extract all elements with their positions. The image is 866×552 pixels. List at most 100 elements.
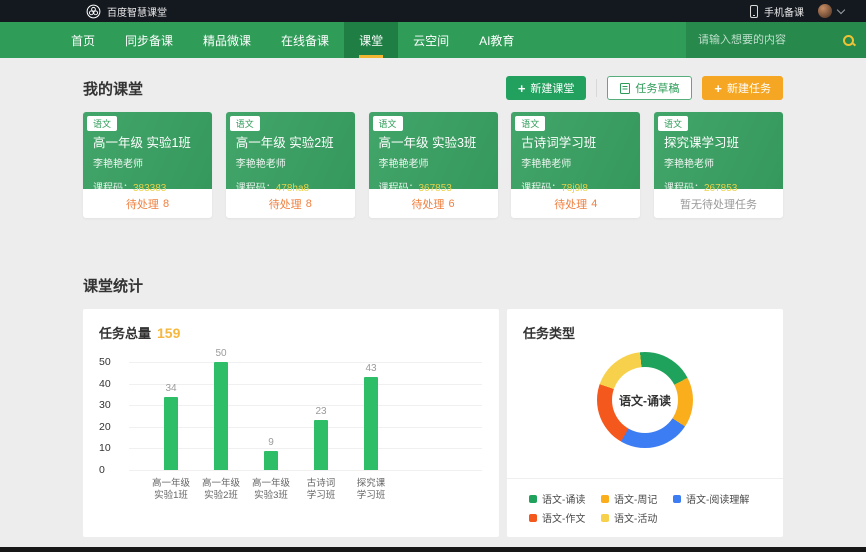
my-classroom-title: 我的课堂 xyxy=(83,78,143,99)
mobile-prep-link[interactable]: 手机备课 xyxy=(764,4,804,19)
bar-value-label: 43 xyxy=(356,363,386,374)
bar xyxy=(164,397,178,470)
y-axis-tick-label: 10 xyxy=(99,442,119,454)
y-axis-tick-label: 50 xyxy=(99,356,119,368)
bar-value-label: 34 xyxy=(156,383,186,394)
legend-swatch-icon xyxy=(601,495,609,503)
avatar[interactable] xyxy=(818,4,832,18)
class-card[interactable]: 语文 古诗词学习班 李艳艳老师 课程码：78j9l8 待处理4 xyxy=(511,112,640,218)
x-axis-category-label: 古诗词 学习班 xyxy=(293,478,349,502)
chevron-down-icon[interactable] xyxy=(837,5,845,13)
nav-item-classroom[interactable]: 课堂 xyxy=(344,22,398,58)
nav-item-micro-lessons[interactable]: 精品微课 xyxy=(188,22,266,58)
grid-line xyxy=(129,448,482,449)
legend-swatch-icon xyxy=(529,495,537,503)
legend-item[interactable]: 语文-阅读理解 xyxy=(673,489,749,508)
x-axis-category-label: 高一年级 实验2班 xyxy=(193,478,249,502)
new-task-button[interactable]: + 新建任务 xyxy=(702,76,783,100)
bar-chart: 0 10 20 30 40 50 34 高一年级 实验1班 50 高一年级 实验2班 9 高一年级 实… xyxy=(99,346,483,516)
course-code: 课程码：383383 xyxy=(93,179,202,194)
main-nav: 首页 同步备课 精品微课 在线备课 课堂 云空间 AI教育 xyxy=(0,22,866,58)
subject-badge: 语文 xyxy=(230,116,260,131)
task-type-panel: 任务类型 语文-诵读 语文-诵读语文-周记语文-阅读理解语文-作文语文-活动 xyxy=(507,309,783,537)
x-axis-category-label: 高一年级 实验1班 xyxy=(143,478,199,502)
legend-item[interactable]: 语文-活动 xyxy=(601,508,673,527)
bar xyxy=(264,451,278,470)
nav-item-sync-prep[interactable]: 同步备课 xyxy=(110,22,188,58)
course-code: 课程码：367853 xyxy=(379,179,488,194)
legend-label: 语文-诵读 xyxy=(542,491,585,506)
class-name: 高一年级 实验1班 xyxy=(93,132,202,151)
x-axis-category-label: 高一年级 实验3班 xyxy=(243,478,299,502)
nav-item-home[interactable]: 首页 xyxy=(56,22,110,58)
topbar: 百度智慧课堂 手机备课 xyxy=(0,0,866,22)
task-total-panel: 任务总量 159 0 10 20 30 40 50 34 高一年级 实验1班 50 高一年级 实验2… xyxy=(83,309,499,537)
brand: 百度智慧课堂 xyxy=(86,4,167,19)
nav-item-cloud[interactable]: 云空间 xyxy=(398,22,464,58)
legend-label: 语文-阅读理解 xyxy=(686,491,749,506)
x-axis-category-label: 探究课 学习班 xyxy=(343,478,399,502)
divider xyxy=(596,79,597,97)
teacher-name: 李艳艳老师 xyxy=(236,155,345,170)
class-name: 探究课学习班 xyxy=(664,132,773,151)
donut-chart: 语文-诵读 xyxy=(597,352,693,448)
legend-swatch-icon xyxy=(601,514,609,522)
class-card[interactable]: 语文 探究课学习班 李艳艳老师 课程码：267853 暂无待处理任务 xyxy=(654,112,783,218)
legend-label: 语文-活动 xyxy=(614,510,657,525)
y-axis-tick-label: 0 xyxy=(99,464,119,476)
teacher-name: 李艳艳老师 xyxy=(521,155,630,170)
phone-icon xyxy=(750,5,758,18)
donut-center-label: 语文-诵读 xyxy=(619,392,671,409)
grid-line xyxy=(129,470,482,471)
legend-label: 语文-作文 xyxy=(542,510,585,525)
class-name: 古诗词学习班 xyxy=(521,132,630,151)
class-card[interactable]: 语文 高一年级 实验1班 李艳艳老师 课程码：383383 待处理8 xyxy=(83,112,212,218)
brand-name: 百度智慧课堂 xyxy=(107,4,167,19)
course-code: 课程码：478ha8 xyxy=(236,179,345,194)
legend-item[interactable]: 语文-作文 xyxy=(529,508,601,527)
donut-hole: 语文-诵读 xyxy=(612,367,678,433)
plus-icon: + xyxy=(714,82,722,95)
y-axis-tick-label: 20 xyxy=(99,421,119,433)
bar-value-label: 50 xyxy=(206,348,236,359)
bar xyxy=(364,377,378,470)
task-total-label: 任务总量 xyxy=(99,326,151,341)
brand-logo-icon xyxy=(86,4,101,19)
plus-icon: + xyxy=(518,82,526,95)
task-total-value: 159 xyxy=(157,325,180,341)
legend-item[interactable]: 语文-周记 xyxy=(601,489,673,508)
class-card-list: 语文 高一年级 实验1班 李艳艳老师 课程码：383383 待处理8 语文 高一… xyxy=(83,112,783,218)
class-card[interactable]: 语文 高一年级 实验2班 李艳艳老师 课程码：478ha8 待处理8 xyxy=(226,112,355,218)
draft-icon xyxy=(620,83,630,94)
grid-line xyxy=(129,362,482,363)
legend-item[interactable]: 语文-诵读 xyxy=(529,489,601,508)
subject-badge: 语文 xyxy=(373,116,403,131)
window-bottom-edge xyxy=(0,547,866,552)
subject-badge: 语文 xyxy=(87,116,117,131)
bar-value-label: 9 xyxy=(256,437,286,448)
search-input[interactable] xyxy=(698,34,843,46)
nav-item-ai-edu[interactable]: AI教育 xyxy=(464,22,529,58)
donut-legend: 语文-诵读 语文-周记 语文-阅读理解语文-作文 语文-活动 xyxy=(507,478,783,537)
teacher-name: 李艳艳老师 xyxy=(664,155,773,170)
subject-badge: 语文 xyxy=(515,116,545,131)
legend-label: 语文-周记 xyxy=(614,491,657,506)
bar xyxy=(314,420,328,470)
search-box[interactable] xyxy=(686,22,866,58)
nav-item-online-prep[interactable]: 在线备课 xyxy=(266,22,344,58)
teacher-name: 李艳艳老师 xyxy=(93,155,202,170)
grid-line xyxy=(129,427,482,428)
stats-section-title: 课堂统计 xyxy=(83,275,783,296)
task-type-header: 任务类型 xyxy=(523,323,767,342)
y-axis-tick-label: 40 xyxy=(99,378,119,390)
class-card[interactable]: 语文 高一年级 实验3班 李艳艳老师 课程码：367853 待处理6 xyxy=(369,112,498,218)
bar-value-label: 23 xyxy=(306,406,336,417)
task-draft-button[interactable]: 任务草稿 xyxy=(607,76,692,100)
search-icon[interactable] xyxy=(843,35,854,46)
class-name: 高一年级 实验2班 xyxy=(236,132,345,151)
bar xyxy=(214,362,228,470)
y-axis-tick-label: 30 xyxy=(99,399,119,411)
new-class-button[interactable]: + 新建课堂 xyxy=(506,76,587,100)
course-code: 课程码：267853 xyxy=(664,179,773,194)
legend-swatch-icon xyxy=(529,514,537,522)
